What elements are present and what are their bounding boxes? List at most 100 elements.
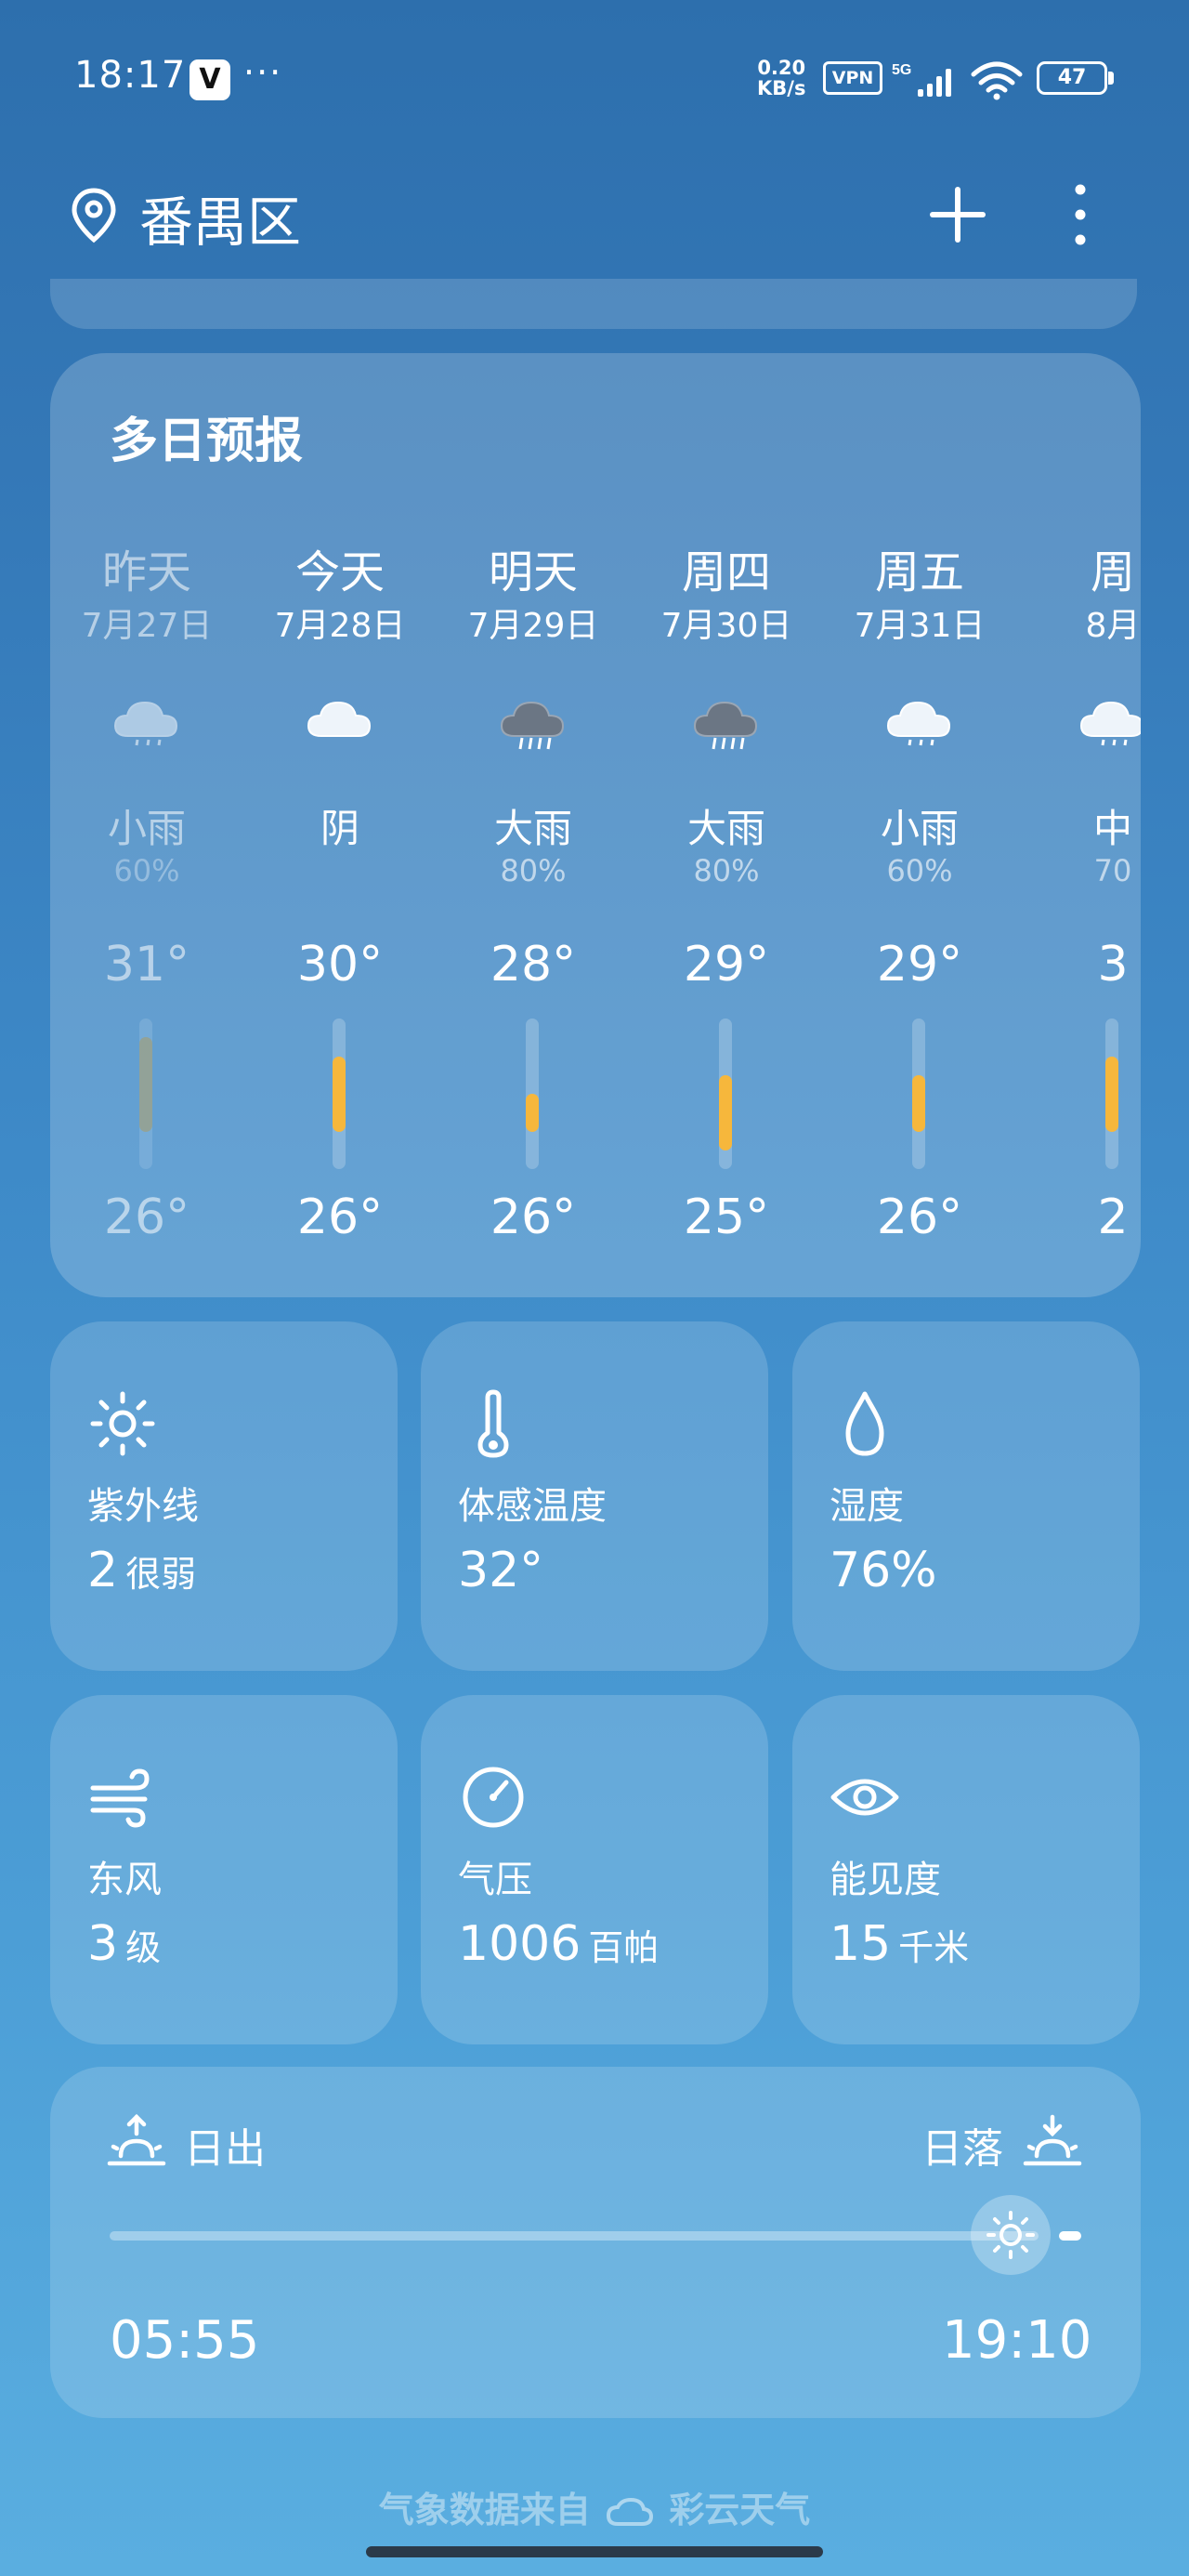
temp-range-bar bbox=[139, 1019, 152, 1169]
battery-tip bbox=[1108, 72, 1114, 85]
uv-value: 2 很弱 bbox=[87, 1543, 196, 1598]
cloud-heavy-rain-icon bbox=[689, 691, 764, 753]
sunrise-label: 日出 bbox=[184, 2125, 266, 2173]
sunrise-time: 05:55 bbox=[110, 2310, 260, 2371]
uv-tile[interactable]: 紫外线 2 很弱 bbox=[50, 1321, 398, 1671]
low-temp: 26° bbox=[296, 1189, 384, 1245]
sunset-time: 19:10 bbox=[942, 2310, 1092, 2371]
location-title[interactable]: 番禺区 bbox=[139, 178, 301, 256]
temp-range-bar bbox=[912, 1019, 925, 1169]
day-condition: 小雨 bbox=[880, 806, 959, 851]
day-name: 周五 bbox=[874, 546, 964, 598]
multi-day-forecast-card[interactable]: 多日预报 昨天 7月27日 小雨 60% 31° 26° 今天 7月28日阴 30° 26° 明天 7… bbox=[50, 353, 1141, 1297]
temp-range-fill bbox=[1105, 1056, 1118, 1132]
data-source-note[interactable]: 气象数据来自 彩云天气 bbox=[0, 2481, 1189, 2532]
pressure-value: 1006 百帕 bbox=[458, 1916, 659, 1972]
wind-tile[interactable]: 东风 3级 bbox=[50, 1695, 398, 2044]
sunset-icon bbox=[1023, 2114, 1082, 2166]
temp-range-fill bbox=[139, 1037, 152, 1132]
visibility-tile[interactable]: 能见度 15 千米 bbox=[792, 1695, 1140, 2044]
cloud-icon bbox=[303, 691, 377, 753]
temp-range-bar bbox=[1105, 1019, 1118, 1169]
vpn-icon: VPN bbox=[823, 61, 882, 95]
temp-range-fill bbox=[333, 1056, 346, 1132]
droplet-icon bbox=[845, 1391, 884, 1456]
forecast-day[interactable]: 昨天 7月27日 小雨 60% 31° 26° bbox=[50, 353, 243, 1297]
data-provider-name: 彩云天气 bbox=[669, 2490, 811, 2530]
high-temp: 29° bbox=[683, 937, 770, 992]
temp-range-fill bbox=[912, 1074, 925, 1132]
uv-number: 2 bbox=[87, 1543, 119, 1598]
high-temp: 3 bbox=[1097, 937, 1129, 992]
feels-like-tile[interactable]: 体感温度 32° bbox=[421, 1321, 768, 1671]
day-condition: 大雨 bbox=[493, 806, 572, 851]
wind-unit: 级 bbox=[125, 1927, 162, 1968]
feels-like-value: 32° bbox=[458, 1543, 544, 1598]
network-speed-unit: KB/s bbox=[757, 77, 806, 99]
uv-label: 紫外线 bbox=[87, 1485, 199, 1528]
pressure-label: 气压 bbox=[458, 1859, 532, 1901]
day-date: 7月27日 bbox=[81, 607, 213, 645]
low-temp: 2 bbox=[1097, 1189, 1129, 1245]
forecast-day[interactable]: 周 8月中 70 3 2 bbox=[1016, 353, 1141, 1297]
cloud-heavy-rain-icon bbox=[496, 691, 570, 753]
signal-icon: 5G bbox=[892, 62, 951, 97]
sunrise-sunset-card[interactable]: 日出 日落 05:55 19:10 bbox=[50, 2067, 1141, 2418]
rain-probability: 80% bbox=[500, 853, 567, 888]
wind-label: 东风 bbox=[87, 1859, 162, 1901]
rain-probability: 80% bbox=[693, 853, 760, 888]
home-indicator[interactable] bbox=[366, 2546, 823, 2557]
gauge-icon bbox=[463, 1767, 524, 1828]
low-temp: 26° bbox=[103, 1189, 190, 1245]
forecast-day[interactable]: 周五 7月31日小雨 60% 29° 26° bbox=[823, 353, 1016, 1297]
network-type: 5G bbox=[892, 62, 911, 78]
day-name: 周 bbox=[1090, 546, 1135, 598]
rain-probability: 60% bbox=[886, 853, 953, 888]
sunset-label: 日落 bbox=[921, 2125, 1003, 2173]
pressure-tile[interactable]: 气压 1006 百帕 bbox=[421, 1695, 768, 2044]
day-date: 7月29日 bbox=[467, 607, 599, 645]
wind-number: 3 bbox=[87, 1916, 119, 1972]
forecast-day[interactable]: 今天 7月28日阴 30° 26° bbox=[243, 353, 437, 1297]
wind-value: 3级 bbox=[87, 1916, 161, 1972]
day-date: 7月31日 bbox=[854, 607, 986, 645]
more-options-button[interactable] bbox=[1066, 182, 1094, 247]
sunrise-icon bbox=[107, 2113, 166, 2166]
battery-icon: 47 bbox=[1037, 61, 1107, 95]
network-speed: 0.20 KB/s bbox=[757, 58, 805, 99]
wifi-icon bbox=[971, 61, 1023, 100]
pressure-number: 1006 bbox=[458, 1916, 581, 1972]
high-temp: 29° bbox=[876, 937, 963, 992]
low-temp: 26° bbox=[490, 1189, 577, 1245]
location-pin-icon bbox=[72, 188, 116, 243]
day-date: 7月28日 bbox=[274, 607, 406, 645]
day-name: 明天 bbox=[488, 546, 578, 598]
humidity-tile[interactable]: 湿度 76% bbox=[792, 1321, 1140, 1671]
low-temp: 26° bbox=[876, 1189, 963, 1245]
day-name: 周四 bbox=[681, 546, 771, 598]
humidity-label: 湿度 bbox=[830, 1485, 904, 1528]
temp-range-fill bbox=[526, 1094, 539, 1132]
forecast-day[interactable]: 周四 7月30日 大雨 80% 29° 25° bbox=[630, 353, 823, 1297]
high-temp: 31° bbox=[103, 937, 190, 992]
rain-probability: 70 bbox=[1093, 853, 1132, 888]
day-condition: 大雨 bbox=[686, 806, 765, 851]
previous-card-edge bbox=[50, 279, 1137, 329]
visibility-unit: 千米 bbox=[898, 1927, 970, 1968]
day-condition: 中 bbox=[1092, 806, 1132, 851]
cloud-rain-icon bbox=[882, 691, 957, 753]
more-notifications-icon: ··· bbox=[243, 52, 283, 93]
data-source-label: 气象数据来自 bbox=[378, 2490, 591, 2530]
eye-icon bbox=[830, 1779, 899, 1816]
status-time: 18:17 bbox=[74, 54, 187, 97]
temp-range-bar bbox=[333, 1019, 346, 1169]
visibility-value: 15 千米 bbox=[830, 1916, 969, 1972]
day-name: 昨天 bbox=[101, 546, 191, 598]
add-city-button[interactable] bbox=[925, 182, 990, 247]
forecast-day[interactable]: 明天 7月29日大雨 80% 28° 26° bbox=[437, 353, 630, 1297]
temp-range-bar bbox=[719, 1019, 732, 1169]
day-date: 7月30日 bbox=[660, 607, 792, 645]
cloud-rain-icon bbox=[110, 691, 184, 753]
high-temp: 28° bbox=[490, 937, 577, 992]
day-date: 8月 bbox=[1085, 607, 1141, 645]
